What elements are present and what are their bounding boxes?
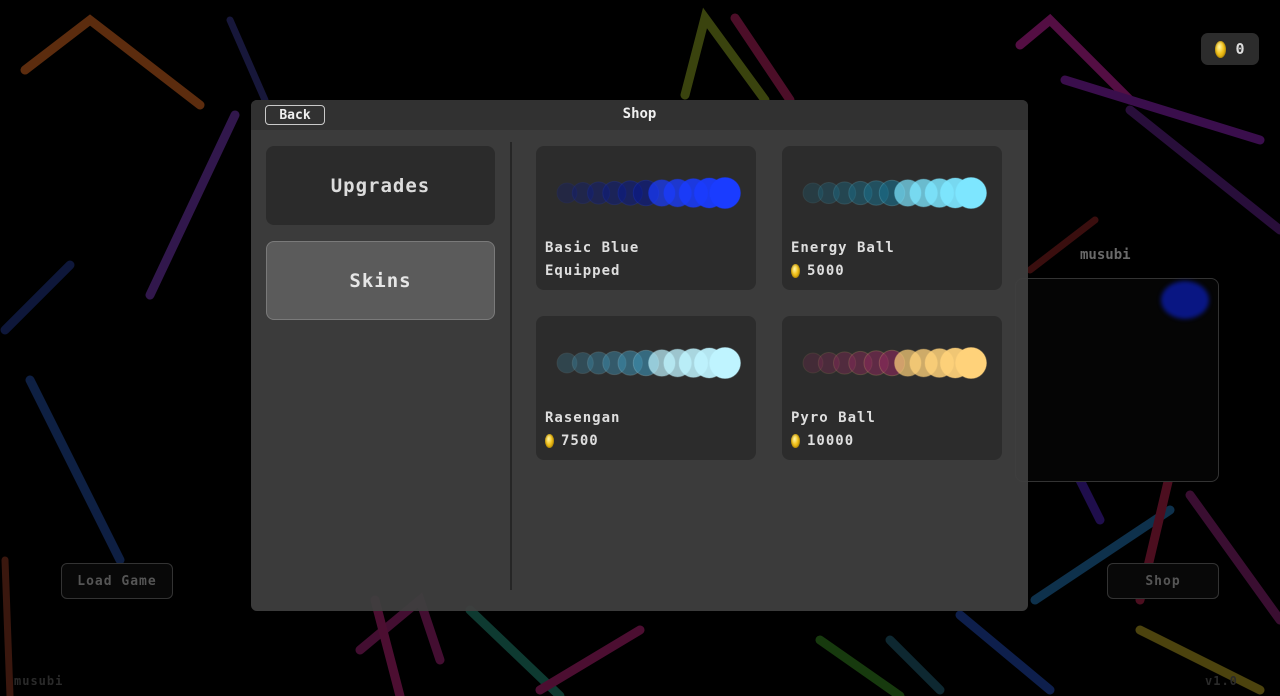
skin-price: 7500: [545, 433, 599, 449]
preview-ball: [1161, 281, 1209, 319]
skin-price: 5000: [791, 263, 845, 279]
corner-right-label: v1.0: [1205, 674, 1238, 688]
shop-button[interactable]: Shop: [1107, 563, 1219, 599]
skin-name: Energy Ball: [791, 240, 895, 256]
skin-name: Rasengan: [545, 410, 621, 426]
skin-preview-trail: [802, 347, 987, 379]
panel-divider: [510, 142, 512, 590]
skin-status: Equipped: [545, 263, 621, 279]
coin-count: 0: [1235, 40, 1245, 58]
trail-ball: [709, 347, 741, 379]
skin-preview-trail: [802, 177, 987, 209]
corner-left-label: musubi: [14, 674, 64, 688]
skin-name: Basic Blue: [545, 240, 640, 256]
trail-ball: [955, 177, 987, 209]
player-name-label: musubi: [1080, 247, 1131, 263]
tab-skins[interactable]: Skins: [266, 241, 495, 320]
coin-icon: [1215, 40, 1227, 58]
skin-preview-trail: [556, 347, 741, 379]
skin-preview-trail: [556, 177, 741, 209]
shop-title: Shop: [622, 106, 657, 122]
coin-counter: 0: [1201, 33, 1259, 65]
trail-ball: [955, 347, 987, 379]
coin-icon: [545, 434, 554, 448]
skin-preview-panel: [1015, 278, 1219, 482]
load-game-button[interactable]: Load Game: [61, 563, 173, 599]
tab-upgrades[interactable]: Upgrades: [266, 146, 495, 225]
skin-name: Pyro Ball: [791, 410, 876, 426]
skin-card-pyro-ball[interactable]: Pyro Ball 10000: [782, 316, 1002, 460]
skin-price: 10000: [791, 433, 854, 449]
trail-ball: [709, 177, 741, 209]
shop-modal: Back Shop Upgrades Skins Basic Blue Equi…: [251, 100, 1028, 611]
skin-card-basic-blue[interactable]: Basic Blue Equipped: [536, 146, 756, 290]
shop-header: Back Shop: [251, 100, 1028, 130]
skin-card-rasengan[interactable]: Rasengan 7500: [536, 316, 756, 460]
coin-icon: [791, 434, 800, 448]
skin-card-energy-ball[interactable]: Energy Ball 5000: [782, 146, 1002, 290]
coin-icon: [791, 264, 800, 278]
